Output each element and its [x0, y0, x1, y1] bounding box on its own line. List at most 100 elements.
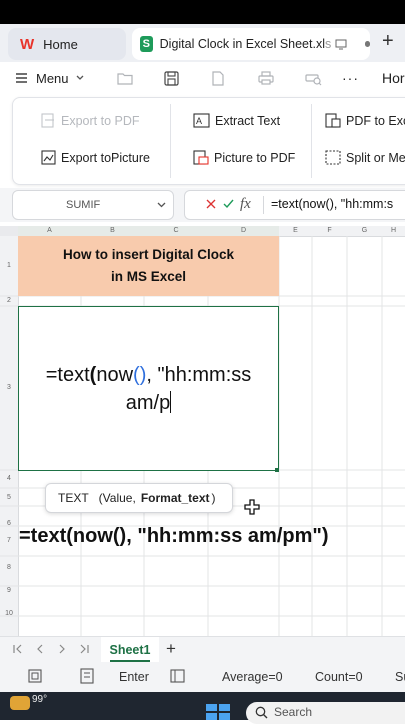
- formula-text: =text(now(), "hh:mm:s: [271, 197, 394, 211]
- pdf-to-excel-button[interactable]: PDF to Exce: [325, 113, 405, 128]
- weather-icon[interactable]: [10, 696, 30, 710]
- tab-home[interactable]: W Home: [8, 28, 126, 60]
- tab-document[interactable]: S Digital Clock in Excel Sheet.xl s: [132, 28, 370, 60]
- picture-to-pdf-icon: [193, 150, 209, 165]
- edit-func-text: =text: [45, 363, 90, 386]
- export-file-icon[interactable]: [211, 70, 225, 86]
- split-or-merge-button[interactable]: Split or Mer: [325, 150, 405, 165]
- row-header-2[interactable]: 2: [0, 297, 18, 304]
- tab-document-label-ext: s: [325, 37, 332, 51]
- new-tab-icon[interactable]: +: [382, 30, 394, 53]
- windows-taskbar: 99° Search: [0, 692, 405, 724]
- name-box[interactable]: SUMIF: [12, 190, 174, 220]
- add-sheet-button[interactable]: +: [166, 639, 176, 659]
- top-black-bar: [0, 0, 405, 24]
- wps-logo-icon: W: [20, 35, 35, 53]
- hamburger-icon[interactable]: [16, 73, 27, 83]
- prev-sheet-icon[interactable]: [36, 644, 44, 654]
- title-cell[interactable]: How to insert Digital Clock in MS Excel: [18, 236, 279, 296]
- edit-func-now: now: [96, 363, 134, 386]
- status-average: Average=0: [222, 670, 283, 684]
- row-header-3[interactable]: 3: [0, 384, 18, 391]
- edit-now-parens: (): [133, 363, 147, 386]
- fx-icon[interactable]: fx: [240, 196, 251, 213]
- split-merge-icon: [325, 150, 341, 165]
- name-box-value: SUMIF: [66, 199, 101, 211]
- row-header-6[interactable]: 6: [0, 520, 18, 527]
- export-to-picture-label: Export toPicture: [61, 150, 150, 165]
- row7-formula-text[interactable]: =text(now(), "hh:mm:ss am/pm"): [19, 525, 329, 548]
- open-folder-icon[interactable]: [117, 72, 133, 85]
- tooltip-function-name: TEXT: [58, 491, 89, 505]
- row-header-10[interactable]: 10: [0, 610, 18, 617]
- column-header-h[interactable]: H: [382, 226, 405, 236]
- chevron-down-icon[interactable]: [157, 202, 166, 208]
- status-mode-icon: [28, 669, 42, 683]
- tooltip-arg-value: (Value,: [98, 491, 136, 505]
- extract-text-button[interactable]: A Extract Text: [193, 113, 280, 128]
- first-sheet-icon[interactable]: [13, 644, 23, 654]
- save-icon[interactable]: [164, 70, 179, 86]
- status-enter-mode: Enter: [119, 670, 149, 684]
- confirm-check-icon[interactable]: [223, 199, 234, 209]
- edit-line-1: =text(now(), "hh:mm:ss: [46, 361, 252, 389]
- status-sum: Su: [395, 670, 405, 684]
- row-header-8[interactable]: 8: [0, 564, 18, 571]
- monitor-icon[interactable]: [335, 39, 347, 50]
- column-header-e[interactable]: E: [279, 226, 312, 236]
- corner-select-all[interactable]: [0, 226, 18, 236]
- pdf-to-excel-icon: [325, 113, 341, 128]
- status-view-icon[interactable]: [170, 669, 185, 683]
- svg-text:A: A: [196, 116, 202, 126]
- picture-to-pdf-button[interactable]: Picture to PDF: [193, 150, 295, 165]
- tooltip-close-paren: ): [211, 491, 216, 505]
- status-bar: Enter Average=0 Count=0 Su: [0, 662, 405, 692]
- row-header-9[interactable]: 9: [0, 587, 18, 594]
- last-sheet-icon[interactable]: [79, 644, 89, 654]
- row-header-1[interactable]: 1: [0, 262, 18, 269]
- row-header-5[interactable]: 5: [0, 494, 18, 501]
- ribbon-divider: [311, 104, 312, 178]
- next-sheet-icon[interactable]: [58, 644, 66, 654]
- windows-start-icon[interactable]: [206, 704, 230, 720]
- column-header-g[interactable]: G: [347, 226, 382, 236]
- function-tooltip: TEXT (Value, Format_text ): [45, 483, 233, 513]
- column-header-d[interactable]: D: [208, 226, 279, 236]
- cell-cursor-icon: [244, 499, 260, 515]
- sheet-tab-label: Sheet1: [109, 643, 151, 657]
- tab-close-dot-icon[interactable]: [365, 41, 370, 47]
- picture-export-icon: [41, 150, 56, 165]
- vba-icon[interactable]: [80, 668, 94, 684]
- formula-input[interactable]: fx =text(now(), "hh:mm:s: [184, 190, 405, 220]
- sheet-tab-bar: Sheet1 +: [0, 636, 405, 663]
- export-to-picture-button[interactable]: Export toPicture: [41, 150, 150, 165]
- search-label: Search: [274, 705, 313, 719]
- row-header-7[interactable]: 7: [0, 537, 18, 544]
- column-header-f[interactable]: F: [312, 226, 347, 236]
- weather-temperature: 99°: [32, 694, 48, 705]
- ribbon-divider: [170, 104, 171, 178]
- export-to-pdf-button[interactable]: Export to PDF: [41, 113, 140, 128]
- tab-document-label: Digital Clock in Excel Sheet.xl: [159, 37, 325, 51]
- column-header-b[interactable]: B: [81, 226, 144, 236]
- print-preview-icon[interactable]: [305, 71, 322, 86]
- taskbar-search-box[interactable]: Search: [246, 702, 405, 724]
- column-header-c[interactable]: C: [144, 226, 208, 236]
- active-edit-cell[interactable]: =text(now(), "hh:mm:ss am/p: [18, 306, 279, 471]
- home-ribbon-tab[interactable]: Hor: [382, 70, 405, 86]
- edit-format-arg: , "hh:mm:ss: [146, 363, 252, 386]
- print-icon[interactable]: [258, 71, 274, 85]
- spreadsheet-grid[interactable]: A B C D E F G H 1 2 3 4 5 6 7 8 9 10 How…: [0, 226, 405, 636]
- row-header-4[interactable]: 4: [0, 475, 18, 482]
- ribbon-panel: Export to PDF A Extract Text PDF to Exce…: [12, 97, 405, 185]
- split-or-merge-label: Split or Mer: [346, 150, 405, 165]
- extract-text-icon: A: [193, 113, 210, 128]
- title-line-2: in MS Excel: [110, 269, 187, 284]
- fill-handle[interactable]: [275, 468, 279, 472]
- menu-button[interactable]: Menu: [36, 71, 69, 86]
- cancel-x-icon[interactable]: [206, 199, 216, 209]
- more-options-icon[interactable]: ···: [342, 70, 359, 86]
- title-line-1: How to insert Digital Clock: [62, 247, 235, 262]
- column-header-a[interactable]: A: [18, 226, 81, 236]
- app-tab-strip: W Home S Digital Clock in Excel Sheet.xl…: [0, 24, 405, 62]
